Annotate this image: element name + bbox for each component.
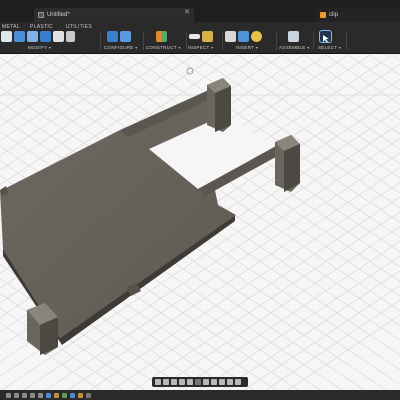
section-icon[interactable] <box>227 379 233 385</box>
insert-label[interactable]: INSERT <box>236 45 254 50</box>
timeline-extrude2-icon[interactable] <box>78 392 83 398</box>
assemble-label[interactable]: ASSEMBLE <box>279 45 306 50</box>
lock-icon <box>38 12 44 18</box>
camera-icon[interactable] <box>219 379 225 385</box>
construct-group: CONSTRUCT ▾ <box>146 30 184 52</box>
timeline-sketch2-icon[interactable] <box>70 392 75 398</box>
align-icon[interactable] <box>66 31 75 42</box>
timeline-extrude-icon[interactable] <box>54 392 59 398</box>
canvas-viewport[interactable] <box>0 55 400 390</box>
measure-icon[interactable] <box>189 34 200 39</box>
tab-clip[interactable]: clip <box>316 8 400 22</box>
inspect-caret: ▾ <box>211 45 214 50</box>
new-component-icon[interactable] <box>288 31 299 42</box>
select-label[interactable]: SELECT <box>318 45 337 50</box>
assemble-caret: ▾ <box>307 45 310 50</box>
tab-untitled-label: Untitled* <box>47 12 70 18</box>
offset-plane-icon[interactable] <box>156 31 167 42</box>
construct-caret: ▾ <box>178 45 181 50</box>
fillet-icon[interactable] <box>14 31 25 42</box>
upper-post[interactable] <box>207 78 231 132</box>
fit-icon[interactable] <box>187 379 193 385</box>
lower-post[interactable] <box>275 135 300 192</box>
modify-label[interactable]: MODIFY <box>28 45 47 50</box>
configure-caret: ▾ <box>135 45 138 50</box>
display-settings-icon[interactable] <box>195 379 201 385</box>
tab-untitled[interactable]: Untitled* ✕ <box>34 8 194 22</box>
ribbon-toolbar: METAL PLASTIC UTILITIES MODIFY ▾ CONFIGU… <box>0 22 400 54</box>
pan-icon[interactable] <box>163 379 169 385</box>
zoom-icon[interactable] <box>179 379 185 385</box>
look-at-icon[interactable] <box>171 379 177 385</box>
split-icon[interactable] <box>40 31 51 42</box>
clip-model[interactable] <box>0 78 300 355</box>
interference-icon[interactable] <box>202 31 213 42</box>
tab-clip-label: clip <box>329 12 339 18</box>
document-tab-bar: Untitled* ✕ clip <box>0 0 400 22</box>
insert-caret: ▾ <box>255 45 259 50</box>
timeline-marker-icon[interactable] <box>86 392 91 398</box>
select-caret: ▾ <box>338 45 342 50</box>
app-orange-icon <box>320 12 326 18</box>
assemble-group: ASSEMBLE ▾ <box>279 30 315 52</box>
timeline-bar <box>0 390 400 400</box>
configure-label[interactable]: CONFIGURE <box>104 45 134 50</box>
fusion-app-window: Untitled* ✕ clip METAL PLASTIC UTILITIES… <box>0 0 400 400</box>
timeline-next-icon[interactable] <box>30 392 35 398</box>
viewports-icon[interactable] <box>211 379 217 385</box>
move-icon[interactable] <box>53 31 64 42</box>
inspect-group: INSPECT ▾ <box>188 30 222 52</box>
configure-table-icon[interactable] <box>107 31 118 42</box>
close-icon[interactable]: ✕ <box>184 8 190 16</box>
orbit-icon[interactable] <box>155 379 161 385</box>
modify-group: MODIFY ▾ <box>0 30 98 52</box>
timeline-sketch-icon[interactable] <box>46 392 51 398</box>
insert-image-icon[interactable] <box>238 31 249 42</box>
decal-icon[interactable] <box>251 31 262 42</box>
environment-icon[interactable] <box>235 379 241 385</box>
construct-label[interactable]: CONSTRUCT <box>146 45 177 50</box>
configure-group: CONFIGURE ▾ <box>104 30 140 52</box>
select-arrow-icon[interactable] <box>319 30 332 43</box>
navigation-bar <box>0 377 400 389</box>
timeline-start-icon[interactable] <box>6 392 11 398</box>
insert-mesh-icon[interactable] <box>225 31 236 42</box>
select-group: SELECT ▾ <box>316 30 346 52</box>
grid-settings-icon[interactable] <box>203 379 209 385</box>
timeline-prev-icon[interactable] <box>14 392 19 398</box>
configure-rule-icon[interactable] <box>120 31 131 42</box>
ground-grid <box>0 55 400 390</box>
inspect-label[interactable]: INSPECT <box>188 45 210 50</box>
insert-group: INSERT ▾ <box>225 30 273 52</box>
timeline-play-icon[interactable] <box>22 392 27 398</box>
timeline-feature-icon[interactable] <box>62 392 67 398</box>
timeline-end-icon[interactable] <box>38 392 43 398</box>
shell-icon[interactable] <box>27 31 38 42</box>
press-pull-icon[interactable] <box>1 31 12 42</box>
modify-caret: ▾ <box>48 45 52 50</box>
